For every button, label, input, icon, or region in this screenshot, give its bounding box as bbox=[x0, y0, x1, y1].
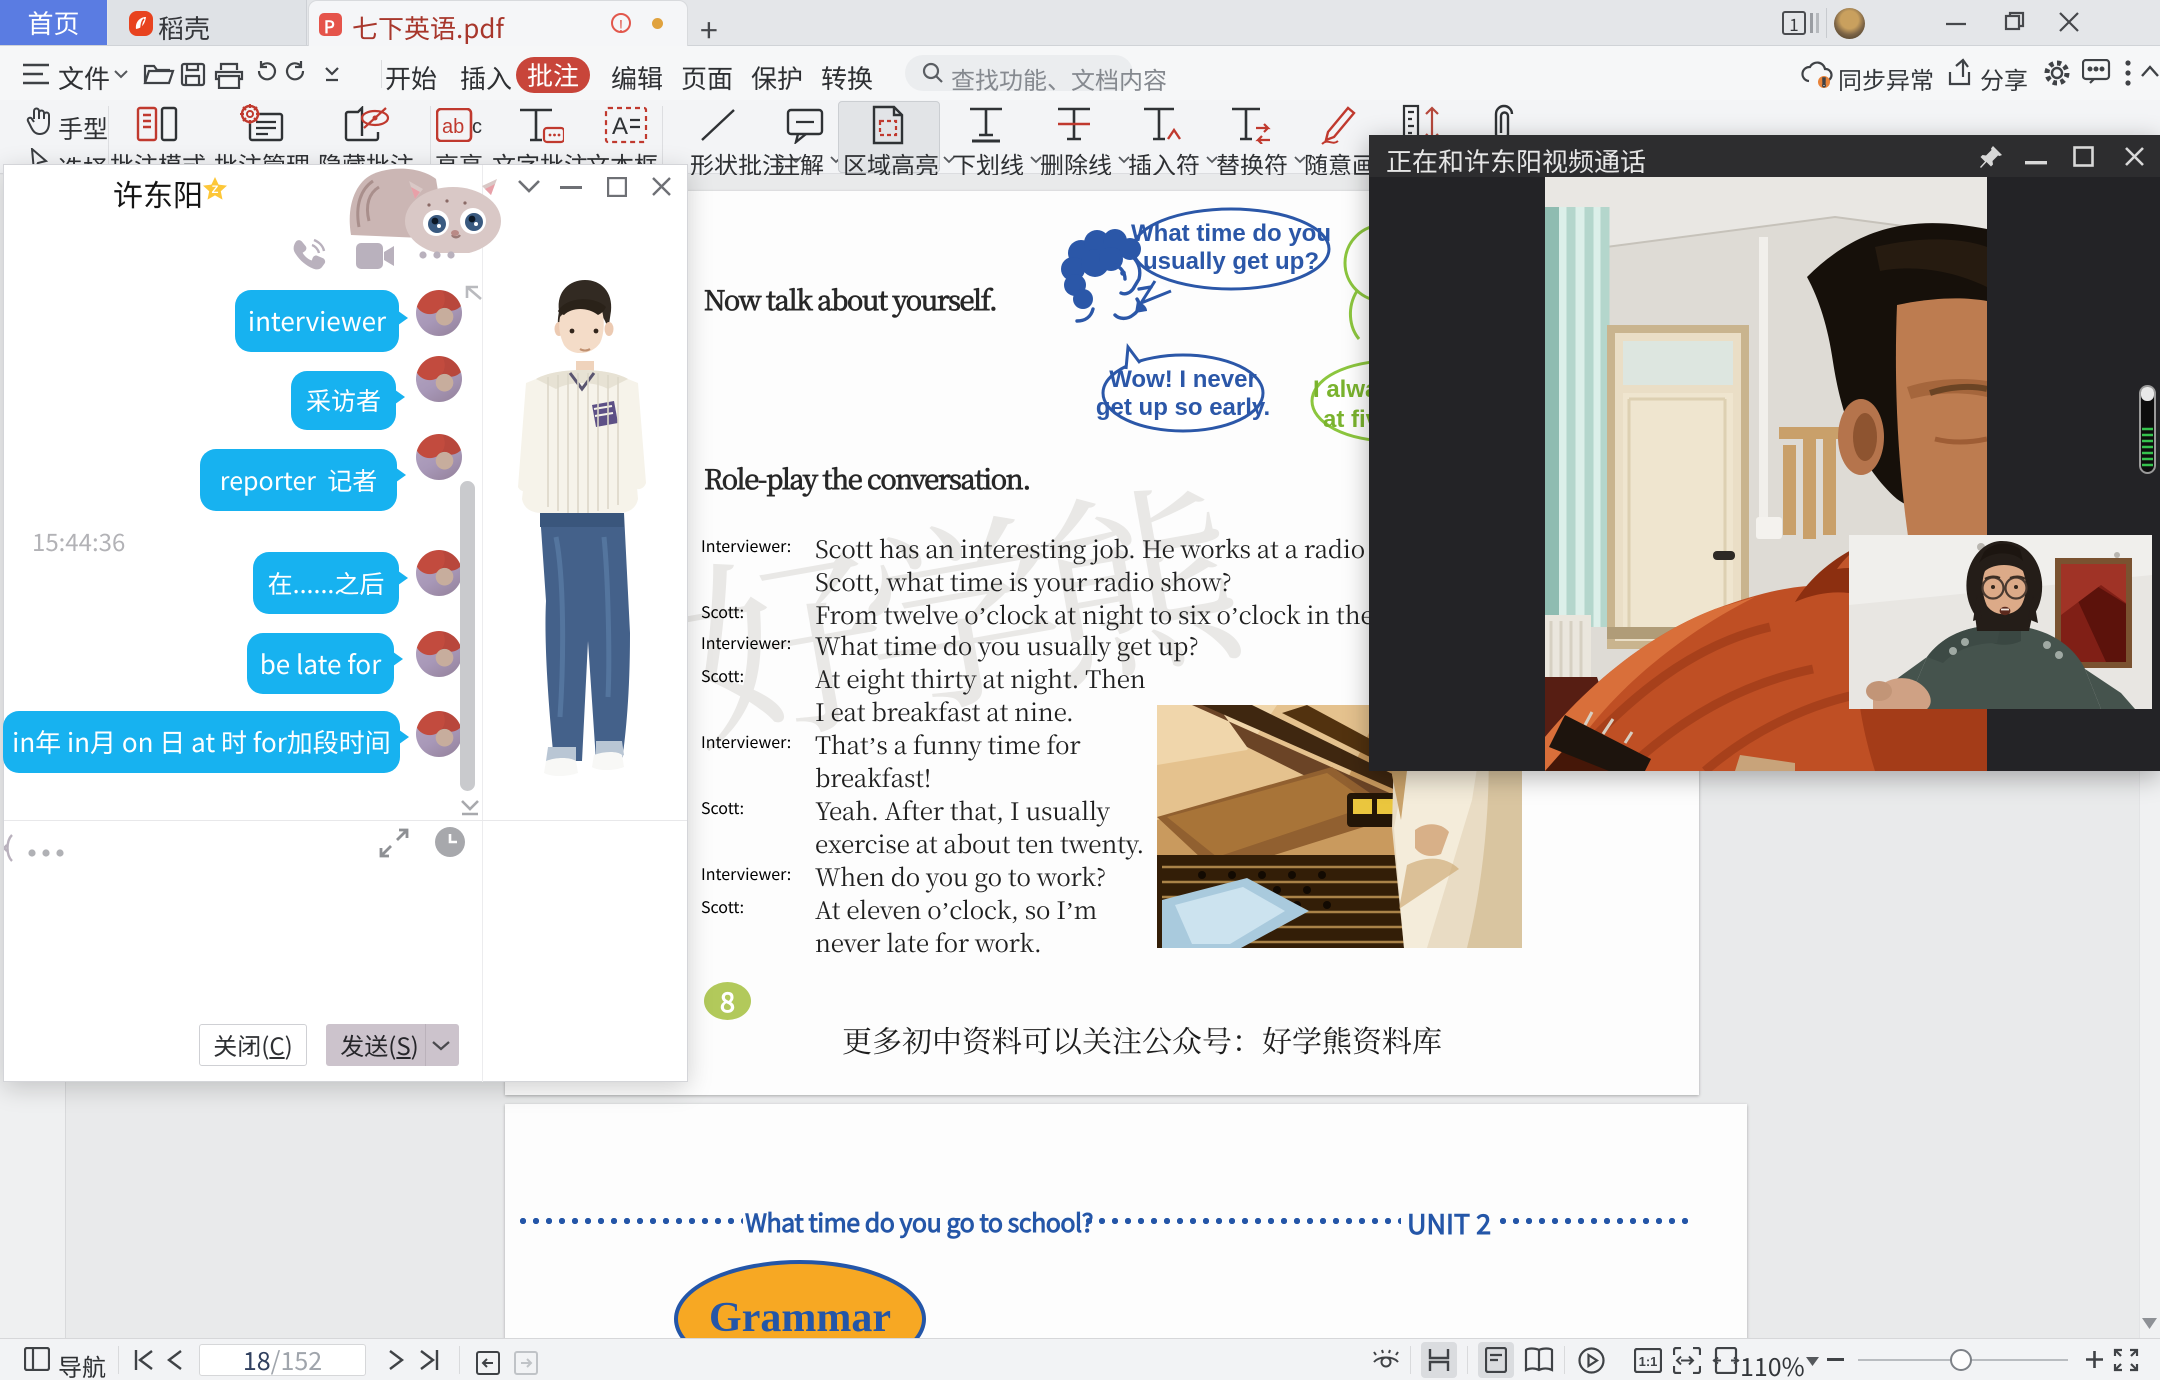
svg-text:get up so early.: get up so early. bbox=[1096, 394, 1270, 421]
svg-text:usually get up?: usually get up? bbox=[1143, 248, 1319, 275]
svg-text:A: A bbox=[612, 113, 628, 140]
svg-text:Wow! I never: Wow! I never bbox=[1109, 366, 1257, 393]
svg-text:What time do you: What time do you bbox=[1131, 220, 1331, 247]
svg-text:!: ! bbox=[1822, 74, 1825, 88]
svg-text:1:1: 1:1 bbox=[1639, 1354, 1658, 1369]
svg-text:Grammar: Grammar bbox=[709, 1295, 891, 1341]
svg-text:c: c bbox=[472, 116, 482, 138]
svg-text:ab: ab bbox=[442, 116, 464, 138]
svg-text:Z: Z bbox=[212, 184, 219, 196]
